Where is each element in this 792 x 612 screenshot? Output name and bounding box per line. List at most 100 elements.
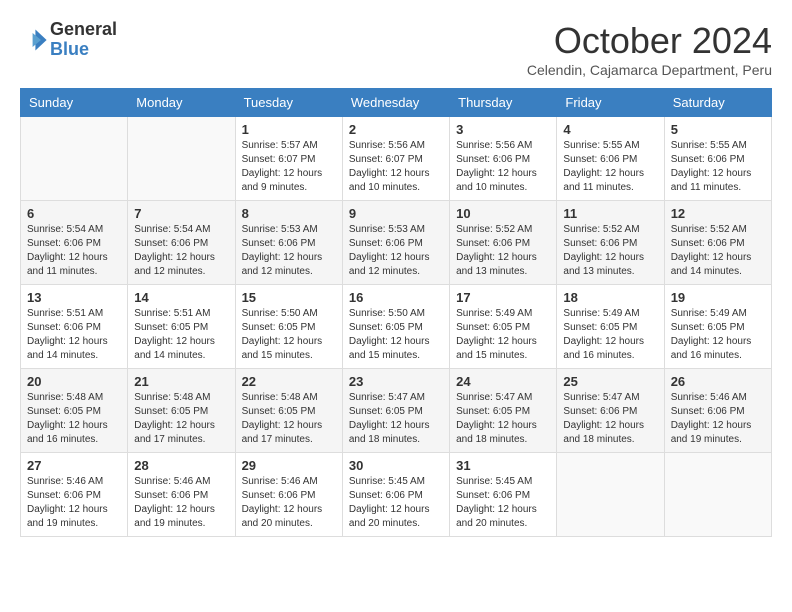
calendar-cell: 17 Sunrise: 5:49 AM Sunset: 6:05 PM Dayl… <box>450 285 557 369</box>
day-info: Sunrise: 5:47 AM Sunset: 6:06 PM Dayligh… <box>563 391 657 447</box>
day-number: 11 <box>563 206 657 221</box>
day-number: 22 <box>242 374 336 389</box>
day-number: 26 <box>671 374 765 389</box>
day-number: 17 <box>456 290 550 305</box>
day-info: Sunrise: 5:52 AM Sunset: 6:06 PM Dayligh… <box>456 223 550 279</box>
day-info: Sunrise: 5:49 AM Sunset: 6:05 PM Dayligh… <box>456 307 550 363</box>
day-info: Sunrise: 5:46 AM Sunset: 6:06 PM Dayligh… <box>27 475 121 531</box>
calendar-cell: 30 Sunrise: 5:45 AM Sunset: 6:06 PM Dayl… <box>342 453 449 537</box>
calendar-cell: 13 Sunrise: 5:51 AM Sunset: 6:06 PM Dayl… <box>21 285 128 369</box>
calendar-cell: 8 Sunrise: 5:53 AM Sunset: 6:06 PM Dayli… <box>235 201 342 285</box>
day-number: 2 <box>349 122 443 137</box>
day-info: Sunrise: 5:55 AM Sunset: 6:06 PM Dayligh… <box>563 139 657 195</box>
day-number: 24 <box>456 374 550 389</box>
calendar-cell: 22 Sunrise: 5:48 AM Sunset: 6:05 PM Dayl… <box>235 369 342 453</box>
day-number: 3 <box>456 122 550 137</box>
calendar-cell: 15 Sunrise: 5:50 AM Sunset: 6:05 PM Dayl… <box>235 285 342 369</box>
calendar-cell: 3 Sunrise: 5:56 AM Sunset: 6:06 PM Dayli… <box>450 117 557 201</box>
calendar-week-5: 27 Sunrise: 5:46 AM Sunset: 6:06 PM Dayl… <box>21 453 772 537</box>
calendar-cell: 23 Sunrise: 5:47 AM Sunset: 6:05 PM Dayl… <box>342 369 449 453</box>
calendar-week-4: 20 Sunrise: 5:48 AM Sunset: 6:05 PM Dayl… <box>21 369 772 453</box>
weekday-header-sunday: Sunday <box>21 89 128 117</box>
day-info: Sunrise: 5:55 AM Sunset: 6:06 PM Dayligh… <box>671 139 765 195</box>
day-number: 29 <box>242 458 336 473</box>
day-info: Sunrise: 5:46 AM Sunset: 6:06 PM Dayligh… <box>134 475 228 531</box>
day-number: 12 <box>671 206 765 221</box>
calendar-cell: 29 Sunrise: 5:46 AM Sunset: 6:06 PM Dayl… <box>235 453 342 537</box>
weekday-header-saturday: Saturday <box>664 89 771 117</box>
location-subtitle: Celendin, Cajamarca Department, Peru <box>527 62 772 78</box>
day-number: 1 <box>242 122 336 137</box>
day-info: Sunrise: 5:51 AM Sunset: 6:06 PM Dayligh… <box>27 307 121 363</box>
day-number: 27 <box>27 458 121 473</box>
day-info: Sunrise: 5:53 AM Sunset: 6:06 PM Dayligh… <box>349 223 443 279</box>
day-info: Sunrise: 5:49 AM Sunset: 6:05 PM Dayligh… <box>563 307 657 363</box>
calendar-cell <box>21 117 128 201</box>
calendar-cell: 20 Sunrise: 5:48 AM Sunset: 6:05 PM Dayl… <box>21 369 128 453</box>
day-info: Sunrise: 5:45 AM Sunset: 6:06 PM Dayligh… <box>349 475 443 531</box>
day-info: Sunrise: 5:48 AM Sunset: 6:05 PM Dayligh… <box>134 391 228 447</box>
logo: General Blue <box>20 20 117 60</box>
calendar-cell <box>664 453 771 537</box>
day-number: 13 <box>27 290 121 305</box>
day-number: 16 <box>349 290 443 305</box>
weekday-header-friday: Friday <box>557 89 664 117</box>
day-info: Sunrise: 5:52 AM Sunset: 6:06 PM Dayligh… <box>563 223 657 279</box>
day-info: Sunrise: 5:53 AM Sunset: 6:06 PM Dayligh… <box>242 223 336 279</box>
calendar-cell: 11 Sunrise: 5:52 AM Sunset: 6:06 PM Dayl… <box>557 201 664 285</box>
calendar-cell: 1 Sunrise: 5:57 AM Sunset: 6:07 PM Dayli… <box>235 117 342 201</box>
day-info: Sunrise: 5:56 AM Sunset: 6:06 PM Dayligh… <box>456 139 550 195</box>
day-info: Sunrise: 5:48 AM Sunset: 6:05 PM Dayligh… <box>27 391 121 447</box>
day-info: Sunrise: 5:50 AM Sunset: 6:05 PM Dayligh… <box>242 307 336 363</box>
day-number: 31 <box>456 458 550 473</box>
day-info: Sunrise: 5:47 AM Sunset: 6:05 PM Dayligh… <box>456 391 550 447</box>
day-info: Sunrise: 5:48 AM Sunset: 6:05 PM Dayligh… <box>242 391 336 447</box>
calendar-cell <box>557 453 664 537</box>
month-title: October 2024 <box>527 20 772 62</box>
calendar-cell: 24 Sunrise: 5:47 AM Sunset: 6:05 PM Dayl… <box>450 369 557 453</box>
day-info: Sunrise: 5:46 AM Sunset: 6:06 PM Dayligh… <box>671 391 765 447</box>
day-number: 23 <box>349 374 443 389</box>
calendar-cell: 12 Sunrise: 5:52 AM Sunset: 6:06 PM Dayl… <box>664 201 771 285</box>
day-info: Sunrise: 5:50 AM Sunset: 6:05 PM Dayligh… <box>349 307 443 363</box>
calendar-week-3: 13 Sunrise: 5:51 AM Sunset: 6:06 PM Dayl… <box>21 285 772 369</box>
day-number: 9 <box>349 206 443 221</box>
calendar-cell: 31 Sunrise: 5:45 AM Sunset: 6:06 PM Dayl… <box>450 453 557 537</box>
day-number: 21 <box>134 374 228 389</box>
calendar-cell: 19 Sunrise: 5:49 AM Sunset: 6:05 PM Dayl… <box>664 285 771 369</box>
calendar-cell: 4 Sunrise: 5:55 AM Sunset: 6:06 PM Dayli… <box>557 117 664 201</box>
day-number: 28 <box>134 458 228 473</box>
calendar-cell: 14 Sunrise: 5:51 AM Sunset: 6:05 PM Dayl… <box>128 285 235 369</box>
calendar-cell: 7 Sunrise: 5:54 AM Sunset: 6:06 PM Dayli… <box>128 201 235 285</box>
day-info: Sunrise: 5:52 AM Sunset: 6:06 PM Dayligh… <box>671 223 765 279</box>
day-number: 4 <box>563 122 657 137</box>
logo-line1: General <box>50 20 117 40</box>
day-number: 19 <box>671 290 765 305</box>
calendar-cell: 16 Sunrise: 5:50 AM Sunset: 6:05 PM Dayl… <box>342 285 449 369</box>
day-number: 14 <box>134 290 228 305</box>
calendar-cell: 25 Sunrise: 5:47 AM Sunset: 6:06 PM Dayl… <box>557 369 664 453</box>
weekday-header-thursday: Thursday <box>450 89 557 117</box>
day-info: Sunrise: 5:45 AM Sunset: 6:06 PM Dayligh… <box>456 475 550 531</box>
day-number: 10 <box>456 206 550 221</box>
day-info: Sunrise: 5:51 AM Sunset: 6:05 PM Dayligh… <box>134 307 228 363</box>
calendar-header-row: SundayMondayTuesdayWednesdayThursdayFrid… <box>21 89 772 117</box>
day-info: Sunrise: 5:54 AM Sunset: 6:06 PM Dayligh… <box>134 223 228 279</box>
calendar-cell: 27 Sunrise: 5:46 AM Sunset: 6:06 PM Dayl… <box>21 453 128 537</box>
calendar-table: SundayMondayTuesdayWednesdayThursdayFrid… <box>20 88 772 537</box>
title-block: October 2024 Celendin, Cajamarca Departm… <box>527 20 772 78</box>
calendar-cell: 21 Sunrise: 5:48 AM Sunset: 6:05 PM Dayl… <box>128 369 235 453</box>
calendar-cell: 18 Sunrise: 5:49 AM Sunset: 6:05 PM Dayl… <box>557 285 664 369</box>
calendar-cell: 28 Sunrise: 5:46 AM Sunset: 6:06 PM Dayl… <box>128 453 235 537</box>
calendar-cell: 9 Sunrise: 5:53 AM Sunset: 6:06 PM Dayli… <box>342 201 449 285</box>
calendar-cell: 26 Sunrise: 5:46 AM Sunset: 6:06 PM Dayl… <box>664 369 771 453</box>
day-number: 5 <box>671 122 765 137</box>
page-header: General Blue October 2024 Celendin, Caja… <box>20 20 772 78</box>
logo-line2: Blue <box>50 40 117 60</box>
weekday-header-monday: Monday <box>128 89 235 117</box>
day-number: 18 <box>563 290 657 305</box>
day-number: 6 <box>27 206 121 221</box>
day-number: 7 <box>134 206 228 221</box>
calendar-week-1: 1 Sunrise: 5:57 AM Sunset: 6:07 PM Dayli… <box>21 117 772 201</box>
calendar-cell: 6 Sunrise: 5:54 AM Sunset: 6:06 PM Dayli… <box>21 201 128 285</box>
